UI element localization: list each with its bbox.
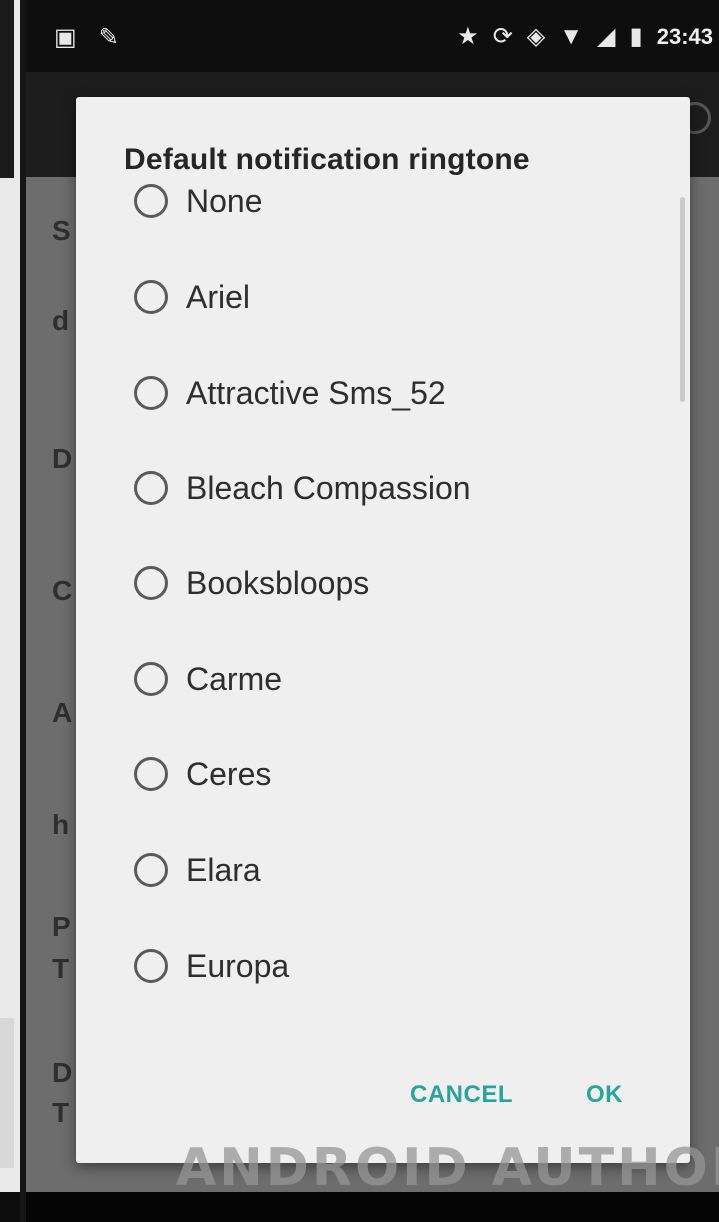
bg-list-initial: T xyxy=(52,953,70,984)
cancel-button[interactable]: CANCEL xyxy=(410,1081,513,1109)
ringtone-option-ceres[interactable]: Ceres xyxy=(134,744,271,804)
option-label: Ariel xyxy=(186,278,251,315)
shield-icon: ◈ xyxy=(526,23,546,50)
status-clock: 23:43 xyxy=(656,24,713,49)
bg-list-initial: D xyxy=(52,443,73,474)
option-label: Booksbloops xyxy=(186,564,370,601)
option-label: Europa xyxy=(186,947,290,984)
ringtone-option-bleach-compassion[interactable]: Bleach Compassion xyxy=(134,458,471,518)
bg-list-initial: P xyxy=(52,911,71,942)
sync-icon: ⟳ xyxy=(492,23,513,50)
image-icon: ▣ xyxy=(54,24,77,51)
radio-button-icon[interactable] xyxy=(134,949,168,983)
adjacent-bottom-block xyxy=(0,1192,20,1222)
watermark-text: ANDROID AUTHORITY xyxy=(176,1138,719,1198)
bg-list-initial: D xyxy=(52,1057,73,1088)
dialog-scrollbar[interactable] xyxy=(680,197,685,402)
bg-list-initial: C xyxy=(52,575,73,606)
option-label: Ceres xyxy=(186,755,272,792)
ringtone-option-europa[interactable]: Europa xyxy=(134,936,289,996)
ringtone-dialog: Default notification ringtone None Ariel… xyxy=(76,97,690,1163)
ringtone-option-ariel[interactable]: Ariel xyxy=(134,267,250,327)
brush-icon: ✎ xyxy=(98,24,119,51)
radio-button-icon[interactable] xyxy=(134,853,168,887)
bg-list-initial: T xyxy=(52,1097,70,1128)
option-label: Bleach Compassion xyxy=(186,469,471,506)
radio-button-icon[interactable] xyxy=(134,184,168,218)
radio-button-icon[interactable] xyxy=(134,280,168,314)
phone-screen: ▣ ✎ ★ ⟳ ◈ ▼ ◢ ▮ 23:43 S d D C A h P T D … xyxy=(26,0,719,1222)
option-label: Elara xyxy=(186,851,261,888)
option-label: Attractive Sms_52 xyxy=(186,374,446,411)
status-bar: ▣ ✎ ★ ⟳ ◈ ▼ ◢ ▮ 23:43 xyxy=(26,0,719,72)
radio-button-icon[interactable] xyxy=(134,471,168,505)
adjacent-light-block xyxy=(0,1018,14,1168)
option-label: None xyxy=(186,182,263,219)
ringtone-option-booksbloops[interactable]: Booksbloops xyxy=(134,553,369,613)
signal-icon: ◢ xyxy=(597,23,616,50)
radio-button-icon[interactable] xyxy=(134,662,168,696)
ok-button[interactable]: OK xyxy=(586,1081,623,1109)
bg-list-initial: A xyxy=(52,697,73,728)
radio-button-icon[interactable] xyxy=(134,757,168,791)
battery-icon: ▮ xyxy=(629,23,643,50)
ringtone-option-elara[interactable]: Elara xyxy=(134,840,261,900)
ringtone-option-carme[interactable]: Carme xyxy=(134,649,282,709)
star-icon: ★ xyxy=(457,23,479,50)
radio-button-icon[interactable] xyxy=(134,566,168,600)
ringtone-option-attractive-sms[interactable]: Attractive Sms_52 xyxy=(134,363,446,423)
bg-list-initial: h xyxy=(52,809,70,840)
radio-button-icon[interactable] xyxy=(134,376,168,410)
bg-list-initial: d xyxy=(52,305,70,336)
ringtone-option-none[interactable]: None xyxy=(134,171,263,231)
wifi-icon: ▼ xyxy=(559,23,584,50)
bg-list-initial: S xyxy=(52,215,71,246)
adjacent-screenshot-strip xyxy=(0,0,20,1222)
adjacent-dark-block xyxy=(0,0,14,178)
option-label: Carme xyxy=(186,660,283,697)
